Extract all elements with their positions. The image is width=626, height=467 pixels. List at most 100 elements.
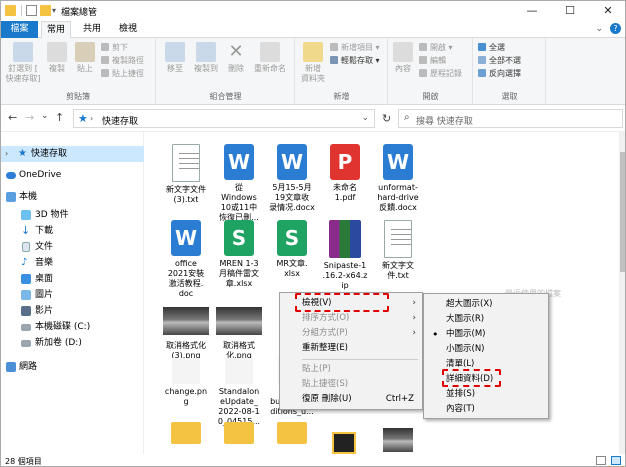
breadcrumb-chevron-icon[interactable]: › [90, 114, 93, 123]
copy-button[interactable]: 複製 [45, 42, 69, 74]
address-input[interactable]: ★ › 快速存取 ⌄ [73, 109, 375, 128]
nav-item-3d-objects[interactable]: 3D 物件 [1, 207, 144, 223]
delete-button[interactable]: ✕ 刪除 [225, 42, 247, 74]
file-item[interactable]: W 5月15-5月 19文章收 录情况.docx [267, 144, 317, 213]
submenu-item-medium-icons[interactable]: • 中圖示(M) [424, 327, 548, 342]
scrollbar[interactable] [619, 132, 625, 454]
file-item[interactable]: W 從 Windows 10或11中 恢復已刪... [214, 144, 264, 223]
nav-item-music[interactable]: ♪ 音樂 [1, 255, 144, 271]
menu-item-shortcut: Ctrl+Z [385, 394, 414, 404]
file-item[interactable]: Standalon eUpdate_ 2022-08-1 0_04515... [214, 358, 264, 427]
menu-item-undo-delete[interactable]: 復原 刪除(U) Ctrl+Z [280, 392, 422, 407]
properties-quick-icon[interactable] [26, 5, 37, 16]
invert-selection-button[interactable]: 反向選擇 [478, 68, 521, 79]
nav-item-videos[interactable]: 影片 [1, 303, 144, 319]
cut-label: 剪下 [112, 43, 128, 52]
file-item[interactable]: 新文字文件 (3).txt [161, 144, 211, 205]
menu-item-sort-by[interactable]: 排序方式(O) › [280, 311, 422, 326]
submenu-item-content[interactable]: 內容(T) [424, 402, 548, 417]
properties-button[interactable]: 內容 [391, 42, 415, 74]
file-name: change.pn g [164, 387, 208, 406]
submenu-arrow-icon: › [412, 328, 416, 338]
file-item[interactable]: 取消格式 化.png [214, 302, 264, 361]
file-item[interactable]: 取消格式化 (3).png [161, 302, 211, 361]
nav-item-drive-c[interactable]: 本機磁碟 (C:) [1, 319, 144, 335]
copy-path-button[interactable]: 複製路徑 [101, 55, 144, 66]
forward-button[interactable]: → [25, 111, 34, 124]
status-bar: 28 個項目 [1, 454, 625, 466]
breadcrumb[interactable]: 快速存取 [102, 114, 138, 127]
tab-home[interactable]: 常用 [41, 21, 71, 39]
menu-item-refresh[interactable]: 重新整理(E) [280, 341, 422, 356]
paste-shortcut-button[interactable]: 貼上捷徑 [101, 68, 144, 79]
file-item[interactable]: change.pn g [161, 358, 211, 407]
folder-icon[interactable] [224, 422, 254, 444]
menu-item-paste[interactable]: 貼上(P) [280, 362, 422, 377]
file-item[interactable]: W unformat- hard-drive 反饋.docx [373, 144, 423, 213]
file-item[interactable]: 新文字文 件.txt [373, 220, 423, 281]
file-item[interactable]: P 未命名 1.pdf [320, 144, 370, 203]
minimize-button[interactable]: — [513, 1, 551, 21]
chevron-right-icon[interactable]: › [5, 146, 8, 162]
folder-icon[interactable] [277, 422, 307, 444]
nav-item-downloads[interactable]: ↓ 下載 [1, 223, 144, 239]
up-button[interactable]: ↑ [55, 111, 64, 124]
details-view-icon[interactable] [596, 456, 606, 465]
nav-item-drive-d[interactable]: 新加卷 (D:) [1, 335, 144, 351]
rename-button[interactable]: 重新命名 [249, 42, 291, 74]
submenu-item-tiles[interactable]: 並排(S) [424, 387, 548, 402]
nav-item-this-pc[interactable]: 本機 [1, 189, 144, 205]
back-button[interactable]: ← [8, 111, 17, 124]
copy-to-button[interactable]: 複製到 [191, 42, 221, 74]
nav-item-quick-access[interactable]: › ★ 快速存取 [1, 146, 144, 162]
open-button[interactable]: 開啟 ▾ [419, 42, 453, 53]
nav-item-desktop[interactable]: 桌面 [1, 271, 144, 287]
edit-button[interactable]: 編輯 [419, 55, 446, 66]
nav-item-pictures[interactable]: 圖片 [1, 287, 144, 303]
menu-item-group-by[interactable]: 分組方式(P) › [280, 326, 422, 341]
nav-item-onedrive[interactable]: OneDrive [1, 167, 144, 183]
move-to-button[interactable]: 移至 [161, 42, 189, 74]
scrollbar-thumb[interactable] [620, 152, 625, 272]
help-icon[interactable]: ? [610, 23, 621, 34]
file-item[interactable]: Snipaste-1 .16.2-x64.z ip [320, 220, 370, 291]
new-folder-quick-icon[interactable] [40, 5, 51, 16]
select-none-button[interactable]: 全部不選 [478, 55, 521, 66]
archive-icon [329, 220, 361, 258]
submenu-item-large-icons[interactable]: 大圖示(R) [424, 312, 548, 327]
select-all-button[interactable]: 全選 [478, 42, 505, 53]
maximize-button[interactable]: ☐ [551, 1, 589, 21]
recent-locations-button[interactable]: ⌄ [41, 111, 49, 121]
image-thumbnail[interactable] [383, 428, 413, 452]
customize-quick-access-icon[interactable]: ▾ [52, 5, 60, 16]
wps-word-icon: W [171, 220, 201, 256]
expand-ribbon-icon[interactable]: ⌄ [595, 24, 603, 34]
pin-quick-access-button[interactable]: 釘選到 [ 快速存取] [3, 42, 43, 84]
cut-button[interactable]: 剪下 [101, 42, 128, 53]
search-input[interactable]: ⌕ 搜尋 快速存取 [398, 109, 623, 128]
address-dropdown-icon[interactable]: ⌄ [361, 113, 369, 123]
tab-file[interactable]: 檔案 [1, 21, 38, 38]
file-item[interactable]: S MREN 1-3 月稿件雷文 章.xlsx [214, 220, 264, 289]
nav-label: 快速存取 [31, 149, 68, 159]
delete-label: 刪除 [228, 64, 244, 73]
file-item[interactable]: W office 2021安裝 激活教程. doc [161, 220, 211, 299]
close-button[interactable]: ✕ [589, 1, 625, 21]
easy-access-button[interactable]: 輕鬆存取 ▾ [330, 55, 380, 66]
tab-share[interactable]: 共用 [79, 21, 105, 38]
new-item-button[interactable]: 新增項目 ▾ [330, 42, 380, 53]
paste-button[interactable]: 貼上 [73, 42, 97, 74]
folder-icon[interactable] [171, 422, 201, 444]
nav-item-documents[interactable]: 文件 [1, 239, 144, 255]
refresh-button[interactable]: ↻ [382, 112, 391, 125]
submenu-item-extra-large-icons[interactable]: 超大圖示(X) [424, 297, 548, 312]
submenu-item-small-icons[interactable]: 小圖示(N) [424, 342, 548, 357]
tab-view[interactable]: 檢視 [113, 21, 143, 38]
image-thumbnail[interactable] [332, 432, 356, 454]
menu-item-paste-shortcut[interactable]: 貼上捷徑(S) [280, 377, 422, 392]
file-item[interactable]: S MR文章. xlsx [267, 220, 317, 279]
new-folder-button[interactable]: 新增 資料夾 [298, 42, 328, 84]
history-button[interactable]: 歷程記錄 [419, 68, 462, 79]
large-icons-view-icon[interactable] [611, 456, 621, 465]
nav-item-network[interactable]: 網路 [1, 359, 144, 375]
